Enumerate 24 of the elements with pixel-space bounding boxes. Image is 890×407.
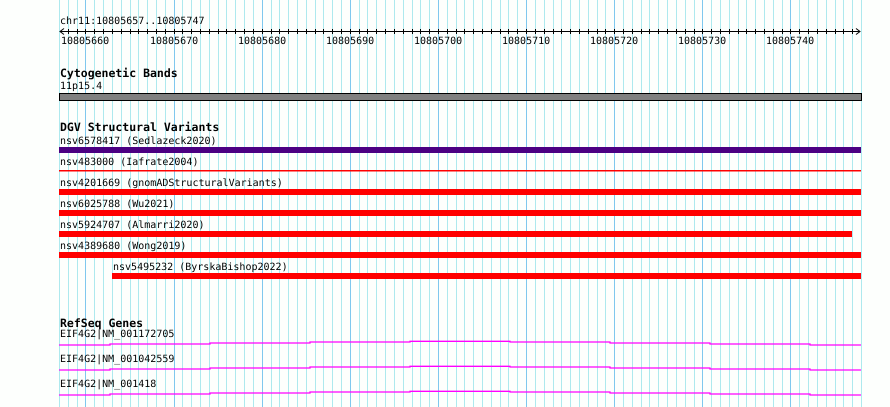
variant-label: nsv483000 (Iafrate2004) bbox=[60, 157, 198, 168]
transcript-label: EIF4G2|NM_001042559 bbox=[60, 354, 174, 365]
location-label: chr11:10805657..10805747 bbox=[60, 16, 204, 27]
tick-label: 10805700 bbox=[414, 36, 462, 47]
tick-label: 10805740 bbox=[766, 36, 814, 47]
tick-label: 10805690 bbox=[326, 36, 374, 47]
tick-label: 10805710 bbox=[502, 36, 550, 47]
variant-label: nsv5924707 (Almarri2020) bbox=[60, 220, 204, 231]
track-title: DGV Structural Variants bbox=[60, 120, 220, 134]
variant-label: nsv6025788 (Wu2021) bbox=[60, 199, 174, 210]
variant-label: nsv4201669 (gnomADStructuralVariants) bbox=[60, 178, 283, 189]
variant-label: nsv6578417 (Sedlazeck2020) bbox=[60, 136, 217, 147]
track-title: RefSeq Genes bbox=[60, 316, 144, 330]
transcript-label: EIF4G2|NM_001418 bbox=[60, 379, 156, 390]
variant-label: nsv4389680 (Wong2019) bbox=[60, 241, 186, 252]
tick-label: 10805680 bbox=[238, 36, 286, 47]
variant-label: nsv5495232 (ByrskaBishop2022) bbox=[113, 262, 288, 273]
band-label: 11p15.4 bbox=[60, 81, 102, 92]
transcript-label: EIF4G2|NM_001172705 bbox=[60, 329, 174, 340]
tick-label: 10805730 bbox=[678, 36, 726, 47]
tick-label: 10805660 bbox=[61, 36, 110, 47]
tick-label: 10805670 bbox=[150, 36, 198, 47]
track-title: Cytogenetic Bands bbox=[60, 66, 178, 80]
tick-label: 10805720 bbox=[590, 36, 638, 47]
